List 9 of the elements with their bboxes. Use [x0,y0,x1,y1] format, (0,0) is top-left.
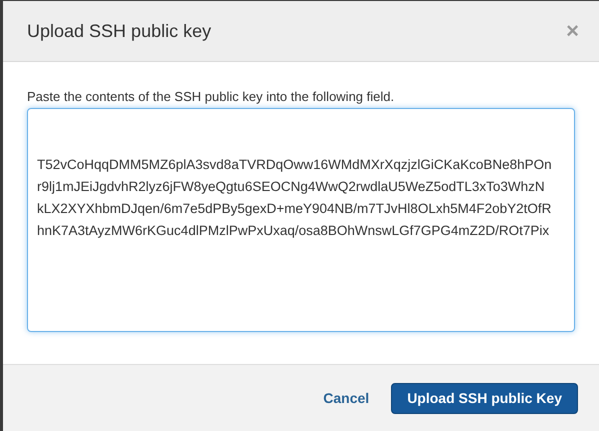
upload-button[interactable]: Upload SSH public Key [391,382,578,414]
key-text-line: T52vCoHqqDMM5MZ6plA3svd8aTVRDqOww16WMdMXrXqzjzlGiCKaKcoBNe8hPOn [37,156,552,174]
dialog-title: Upload SSH public key [27,20,212,43]
instruction-text: Paste the contents of the SSH public key into the following field. [27,89,396,105]
key-text-line: hnK7A3tAyzMW6rKGuc4dlPMzlPwPxUxaq/osa8BOhWnswLGf7GPG4mZ2D/ROt7Pix [37,222,550,240]
key-field[interactable] [27,108,575,332]
key-text-line: r9lj1mJEiJgdvhR2lyz6jFW8yeQgtu6SEOCNg4WwQ2rwdlaU5WeZ5odTL3xTo3WhzN [37,178,545,196]
key-text-line: kLX2XYXhbmDJqen/6m7e5dPBy5gexD+meY904NB/m7TJvHl8OLxh5M4F2obY2tOfR [37,200,552,218]
cancel-link[interactable]: Cancel [323,388,370,408]
